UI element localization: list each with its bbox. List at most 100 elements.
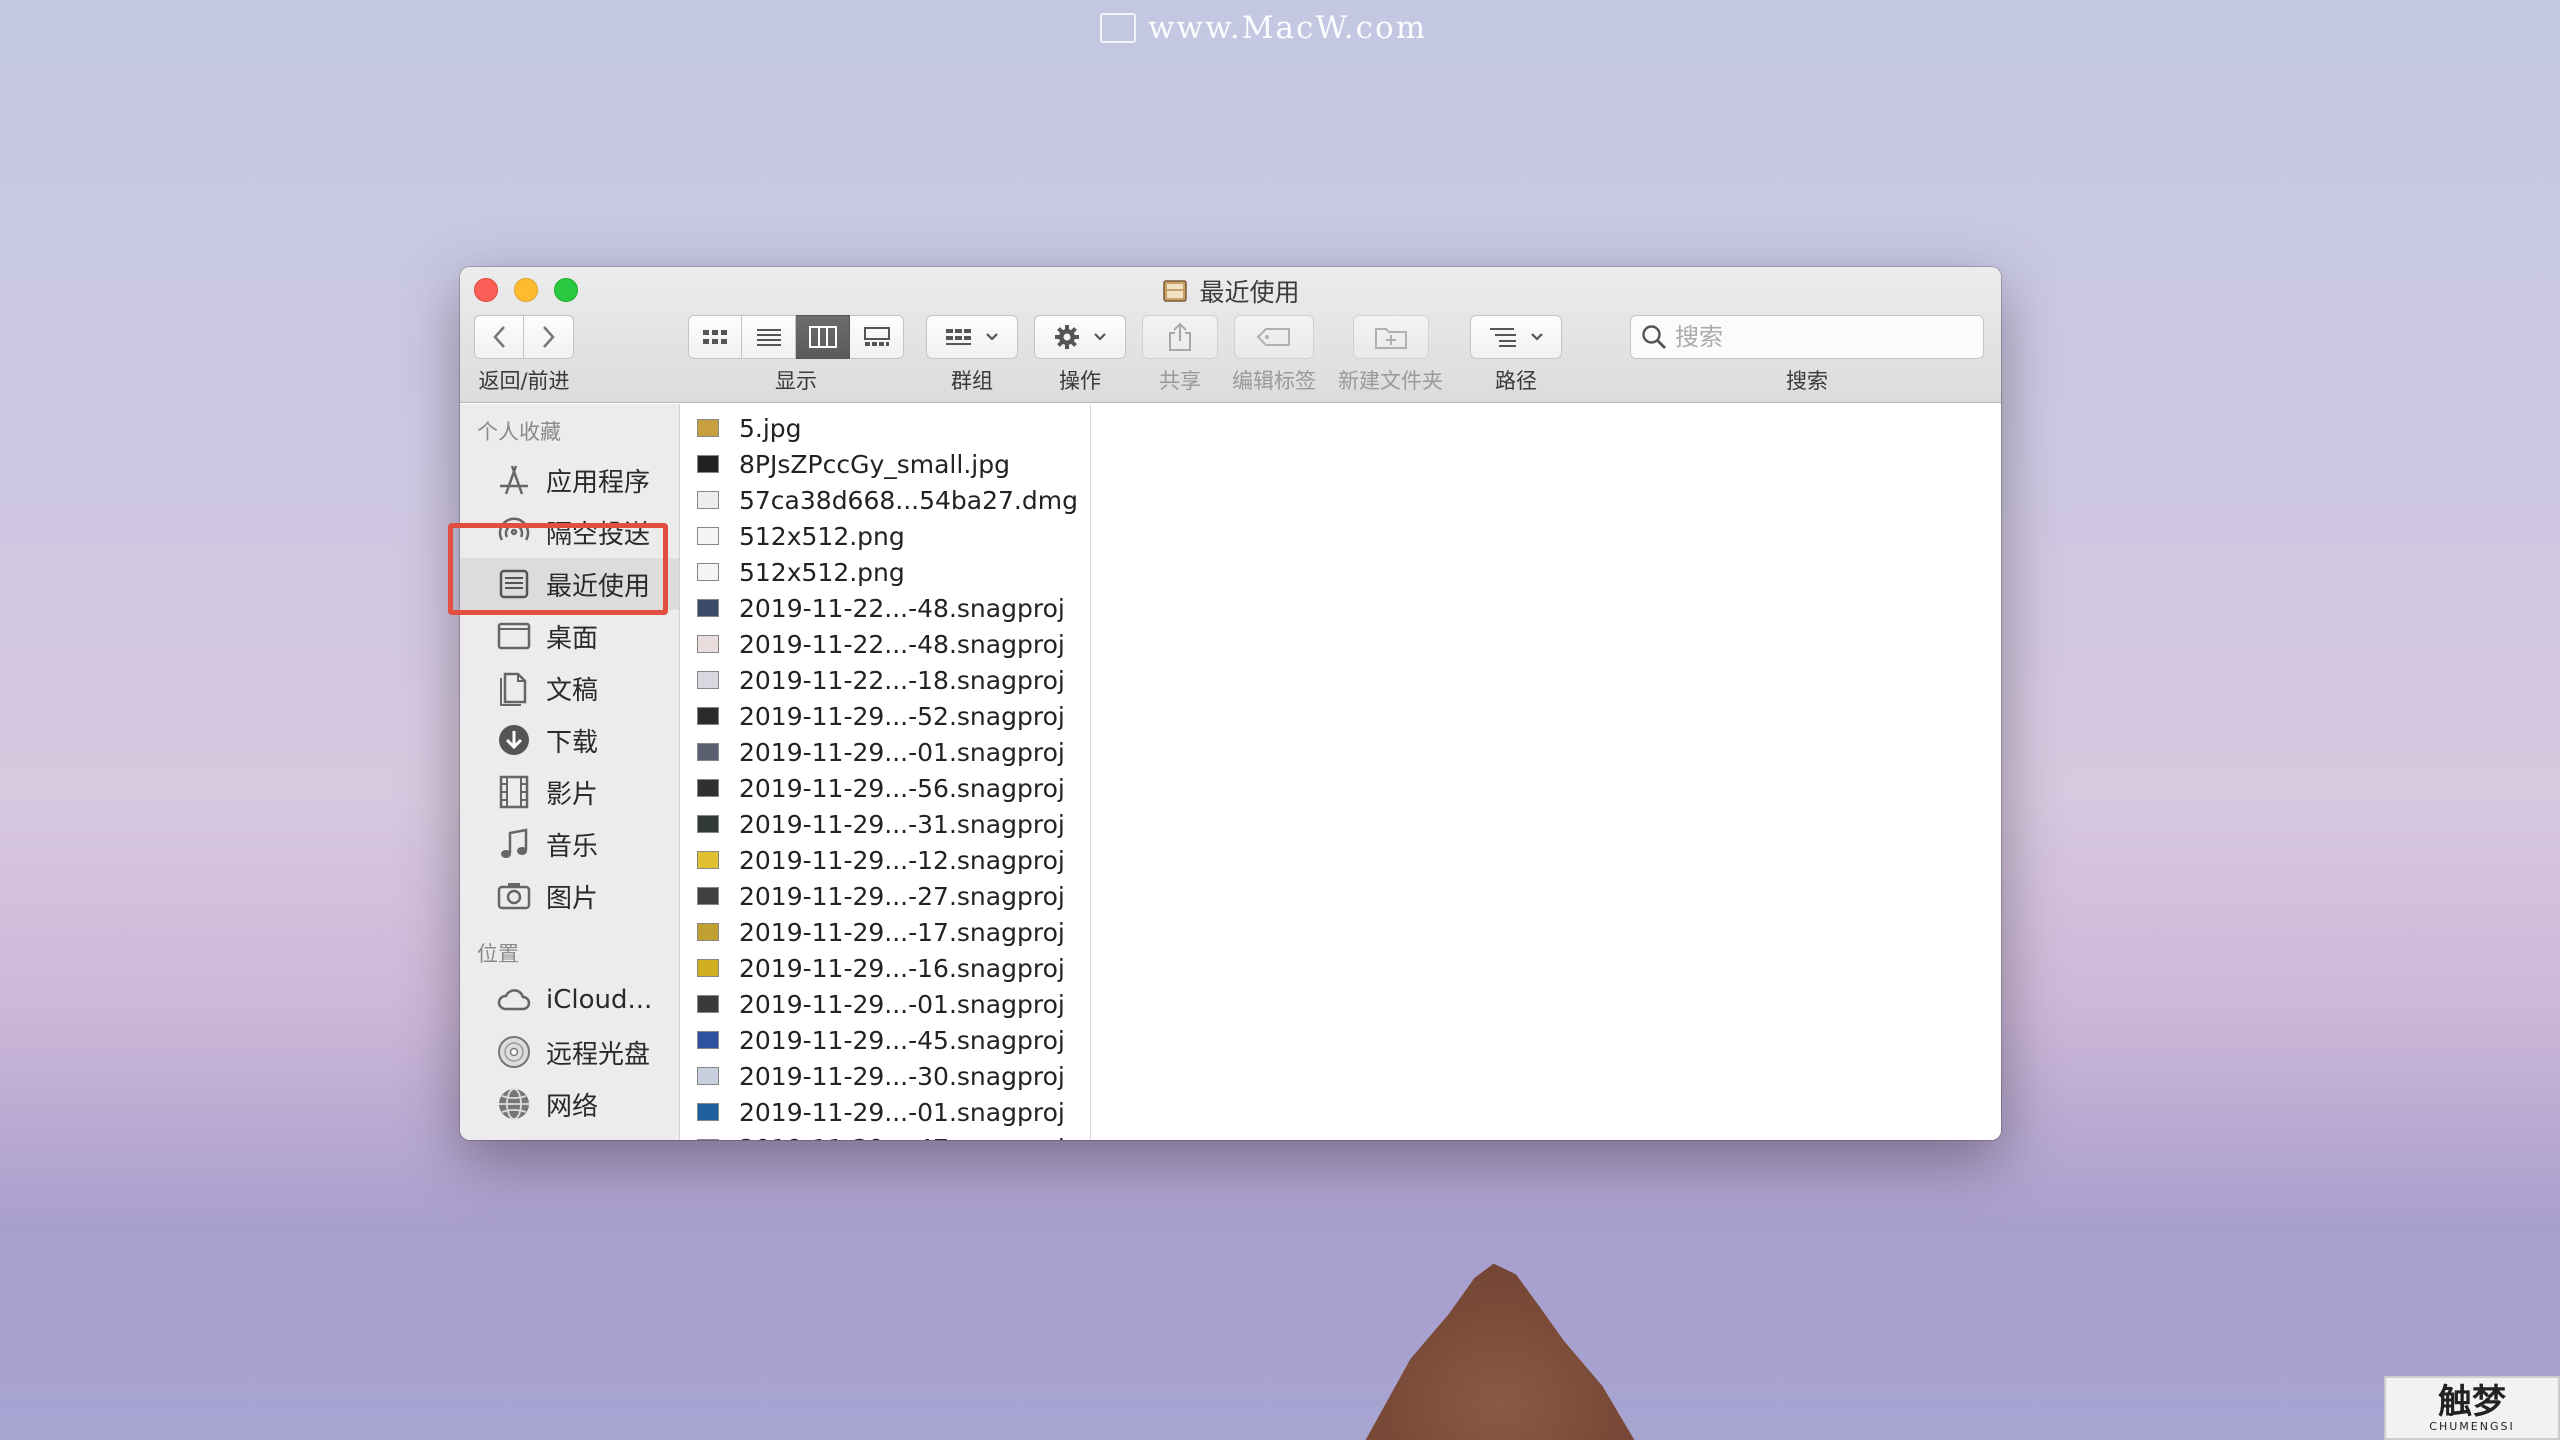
file-row[interactable]: 2019-11-22...-48.snagproj [681, 626, 1090, 662]
corner-watermark: 触梦 CHUMENGSI [2384, 1376, 2560, 1440]
finder-window: 最近使用 返回/前进 显示 群组 操作 共享 编辑标签 新建文件夹 路径 搜索 … [460, 267, 2001, 1140]
file-row[interactable]: 2019-11-29...-56.snagproj [681, 770, 1090, 806]
column-view-button[interactable] [796, 315, 850, 359]
sidebar-item-network[interactable]: 网络 [460, 1078, 679, 1130]
desktop-icon [497, 622, 531, 650]
gallery-view-icon [863, 327, 890, 346]
view-group: 显示 [688, 315, 904, 395]
file-thumbnail-icon [697, 1139, 719, 1140]
file-name: 2019-11-22...-48.snagproj [739, 629, 1065, 659]
file-row[interactable]: 2019-11-29...-01.snagproj [681, 986, 1090, 1022]
file-row[interactable]: 8PJsZPccGy_small.jpg [681, 446, 1090, 482]
recents-icon [499, 569, 529, 599]
sidebar-item-label: 下载 [546, 727, 599, 758]
file-row[interactable]: 512x512.png [681, 554, 1090, 590]
file-row[interactable]: 2019-11-29...-47.snagproj [681, 1130, 1090, 1140]
search-input[interactable] [1675, 323, 1965, 351]
gallery-view-button[interactable] [850, 315, 904, 359]
file-row[interactable]: 2019-11-29...-17.snagproj [681, 914, 1090, 950]
back-button[interactable] [474, 315, 524, 359]
file-row[interactable]: 2019-11-29...-01.snagproj [681, 1094, 1090, 1130]
icloud-icon [497, 989, 531, 1011]
file-row[interactable]: 2019-11-29...-27.snagproj [681, 878, 1090, 914]
file-row[interactable]: 5.jpg [681, 410, 1090, 446]
list-view-button[interactable] [742, 315, 796, 359]
new-folder-button[interactable] [1352, 315, 1429, 359]
sidebar-item-pictures[interactable]: 图片 [460, 870, 679, 922]
file-thumbnail-icon [697, 779, 719, 797]
file-name: 2019-11-29...-01.snagproj [739, 737, 1065, 767]
share-icon [1169, 322, 1191, 351]
edit-tags-button[interactable] [1234, 315, 1314, 359]
sidebar-item-label: 音乐 [546, 831, 599, 862]
file-row[interactable]: 2019-11-29...-12.snagproj [681, 842, 1090, 878]
file-thumbnail-icon [697, 419, 719, 437]
sidebar-item-label: 文稿 [546, 675, 599, 706]
file-row[interactable]: 2019-11-29...-16.snagproj [681, 950, 1090, 986]
sidebar-item-icloud[interactable]: iCloud... [460, 974, 679, 1026]
sidebar-item-music[interactable]: 音乐 [460, 818, 679, 870]
sidebar-item-remote-disc[interactable]: 远程光盘 [460, 1026, 679, 1078]
window-title-text: 最近使用 [1199, 278, 1300, 307]
sidebar-item-applications[interactable]: 应用程序 [460, 454, 679, 506]
file-thumbnail-icon [697, 1103, 719, 1121]
file-name: 2019-11-29...-47.snagproj [739, 1134, 1065, 1141]
sidebar-item-recents[interactable]: 最近使用 [460, 558, 679, 610]
path-icon [1490, 328, 1516, 347]
sidebar-item-airdrop[interactable]: 隔空投送 [460, 506, 679, 558]
file-row[interactable]: 2019-11-22...-48.snagproj [681, 590, 1090, 626]
file-row[interactable]: 2019-11-29...-52.snagproj [681, 698, 1090, 734]
group-group: 群组 [926, 315, 1018, 395]
chevron-right-icon [542, 326, 555, 348]
file-row[interactable]: 2019-11-29...-31.snagproj [681, 806, 1090, 842]
path-dropdown[interactable] [1470, 315, 1562, 359]
group-dropdown[interactable] [926, 315, 1018, 359]
sidebar-item-label: 图片 [546, 883, 599, 914]
file-thumbnail-icon [697, 851, 719, 869]
icon-view-button[interactable] [688, 315, 742, 359]
sidebar-item-label: 影片 [546, 779, 599, 810]
file-thumbnail-icon [697, 1067, 719, 1085]
file-row[interactable]: 2019-11-29...-01.snagproj [681, 734, 1090, 770]
chevron-left-icon [493, 326, 505, 348]
applications-icon [500, 465, 528, 495]
file-name: 2019-11-29...-17.snagproj [739, 917, 1065, 947]
file-thumbnail-icon [697, 671, 719, 689]
sidebar-item-label: 桌面 [546, 623, 599, 654]
path-label: 路径 [1495, 369, 1537, 393]
file-name: 512x512.png [739, 557, 905, 587]
path-group: 路径 [1470, 315, 1562, 395]
sidebar-item-documents[interactable]: 文稿 [460, 662, 679, 714]
list-view-icon [756, 329, 781, 346]
file-thumbnail-icon [697, 923, 719, 941]
preview-column [1092, 404, 2001, 1140]
search-group: 搜索 [1630, 315, 1984, 395]
share-button[interactable] [1142, 315, 1218, 359]
file-row[interactable]: 2019-11-22...-18.snagproj [681, 662, 1090, 698]
sidebar-item-movies[interactable]: 影片 [460, 766, 679, 818]
file-name: 57ca38d668...54ba27.dmg [739, 485, 1078, 515]
file-row[interactable]: 2019-11-29...-45.snagproj [681, 1022, 1090, 1058]
search-field[interactable] [1630, 315, 1984, 359]
sidebar-item-downloads[interactable]: 下载 [460, 714, 679, 766]
new-folder-icon [1374, 328, 1407, 349]
gear-icon [1055, 325, 1079, 349]
file-thumbnail-icon [697, 887, 719, 905]
file-thumbnail-icon [697, 743, 719, 761]
view-label: 显示 [775, 369, 817, 393]
movies-icon [499, 775, 529, 809]
forward-button[interactable] [524, 315, 574, 359]
file-row[interactable]: 2019-11-29...-30.snagproj [681, 1058, 1090, 1094]
sidebar-item-desktop[interactable]: 桌面 [460, 610, 679, 662]
tag-icon [1256, 328, 1290, 346]
file-thumbnail-icon [697, 599, 719, 617]
new-folder-label: 新建文件夹 [1338, 369, 1443, 393]
file-row[interactable]: 57ca38d668...54ba27.dmg [681, 482, 1090, 518]
file-thumbnail-icon [697, 563, 719, 581]
file-name: 512x512.png [739, 521, 905, 551]
locations-header: 位置 [477, 942, 519, 966]
chevron-down-icon [986, 333, 998, 341]
action-dropdown[interactable] [1034, 315, 1126, 359]
file-row[interactable]: 512x512.png [681, 518, 1090, 554]
documents-icon [500, 672, 527, 706]
